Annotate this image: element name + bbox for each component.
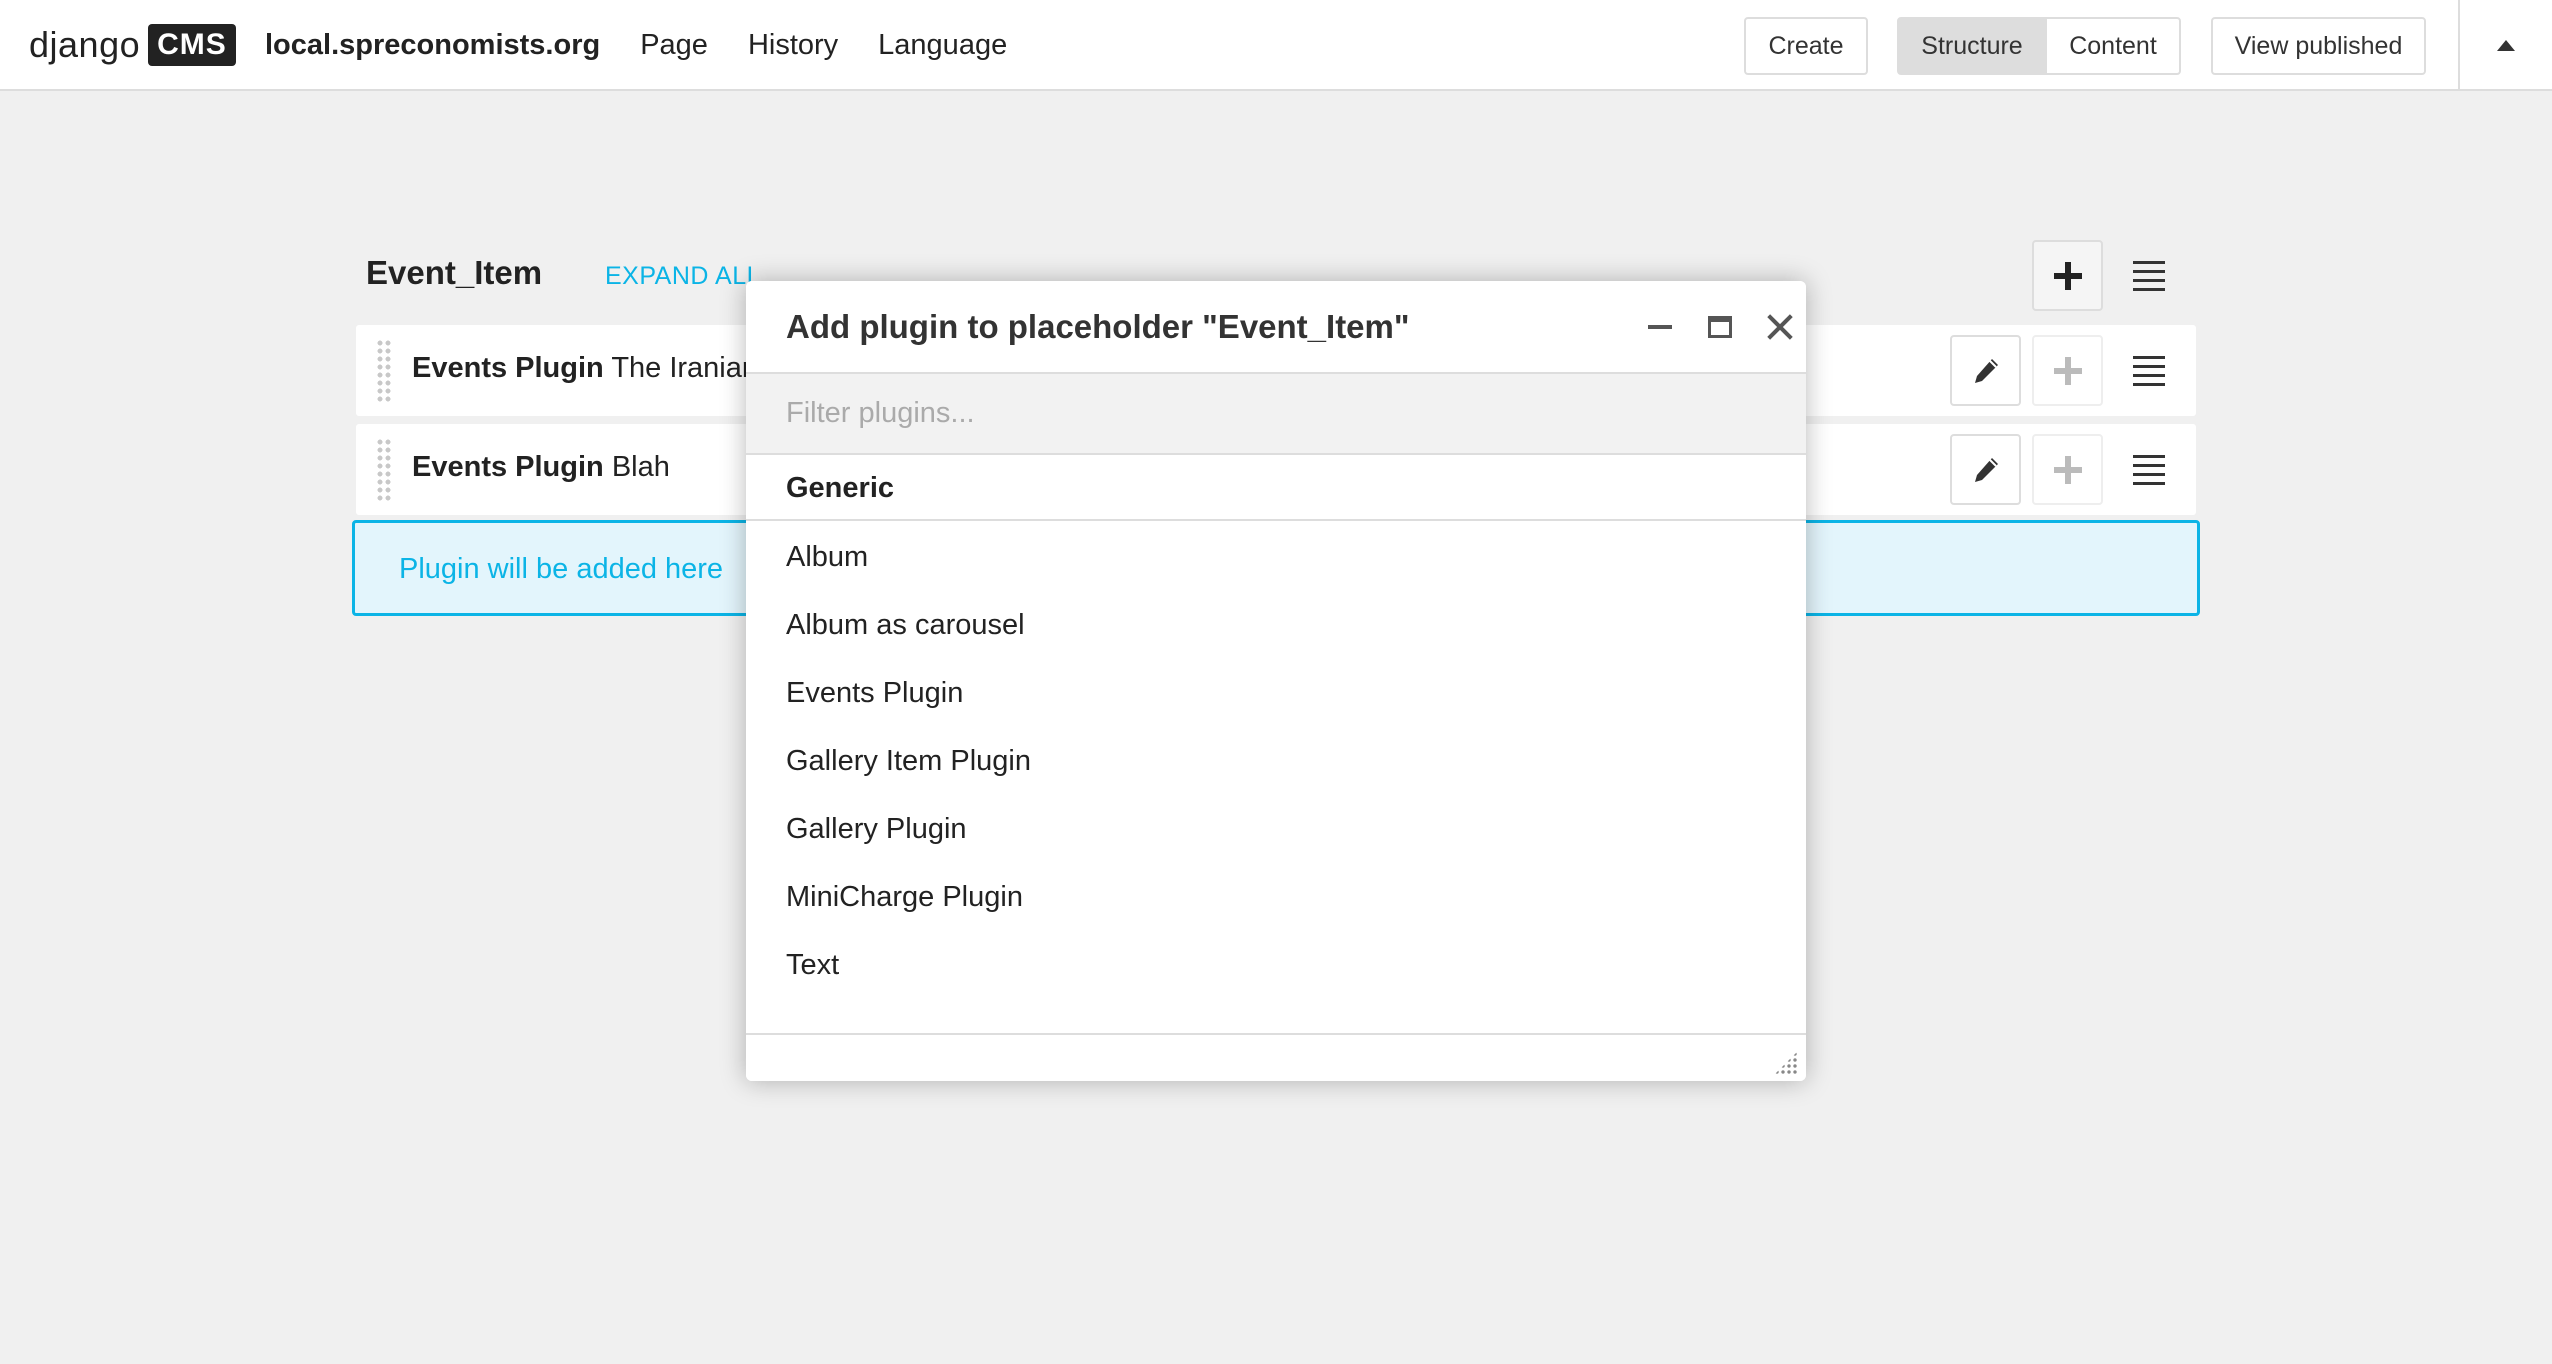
hamburger-icon <box>2132 355 2165 386</box>
create-button[interactable]: Create <box>1744 17 1868 75</box>
minimize-icon <box>1648 325 1672 329</box>
plugin-menu-button[interactable] <box>2113 434 2184 505</box>
expand-all-link[interactable]: EXPAND ALL <box>605 262 761 291</box>
logo-badge: CMS <box>148 24 236 66</box>
pencil-icon <box>1974 358 1998 383</box>
drag-handle-icon[interactable] <box>376 339 392 403</box>
plus-icon <box>2053 261 2082 290</box>
view-published-button[interactable]: View published <box>2211 17 2426 75</box>
plugin-group-header: Generic <box>746 455 1806 521</box>
plugin-option-album[interactable]: Album <box>746 523 1806 591</box>
edit-plugin-button[interactable] <box>1950 434 2021 505</box>
plugin-option-events[interactable]: Events Plugin <box>746 659 1806 727</box>
plugin-name: Blah <box>611 451 670 483</box>
cms-toolbar: django CMS local.spreconomists.org Page … <box>0 0 2552 91</box>
language-menu[interactable]: Language <box>878 29 1007 62</box>
collapse-toolbar-button[interactable] <box>2460 0 2552 91</box>
plugin-list: Album Album as carousel Events Plugin Ga… <box>746 523 1806 999</box>
plugin-label: Events Plugin The Iranian <box>412 352 758 385</box>
placeholder-menu-button[interactable] <box>2113 240 2184 311</box>
dropzone-label: Plugin will be added here <box>399 553 724 585</box>
modal-footer <box>746 1033 1806 1081</box>
plugin-type: Events Plugin <box>412 352 604 384</box>
plugin-option-album-carousel[interactable]: Album as carousel <box>746 591 1806 659</box>
add-plugin-modal: Add plugin to placeholder "Event_Item" G… <box>746 281 1806 1081</box>
plugin-menu-button[interactable] <box>2113 335 2184 406</box>
minimize-button[interactable] <box>1636 303 1684 351</box>
hamburger-icon <box>2132 454 2165 485</box>
placeholder-title: Event_Item <box>366 254 543 291</box>
toolbar-menu: local.spreconomists.org Page History Lan… <box>265 0 1007 91</box>
plugin-type: Events Plugin <box>412 451 604 483</box>
plugin-name: The Iranian <box>611 352 759 384</box>
plus-icon <box>2053 356 2082 385</box>
structure-mode-button[interactable]: Structure <box>1897 17 2047 75</box>
page-menu[interactable]: Page <box>640 29 708 62</box>
site-menu[interactable]: local.spreconomists.org <box>265 29 600 62</box>
plugin-label: Events Plugin Blah <box>412 451 670 484</box>
plus-icon <box>2053 455 2082 484</box>
close-button[interactable] <box>1756 303 1804 351</box>
logo-word: django <box>29 24 141 65</box>
content-mode-button[interactable]: Content <box>2045 17 2181 75</box>
resize-handle-icon[interactable] <box>1774 1051 1798 1075</box>
plugin-option-minicharge[interactable]: MiniCharge Plugin <box>746 863 1806 931</box>
edit-plugin-button[interactable] <box>1950 335 2021 406</box>
close-icon <box>1767 314 1793 340</box>
placeholder-add-plugin-button[interactable] <box>2032 240 2103 311</box>
plugin-group-label: Generic <box>786 472 894 504</box>
maximize-icon <box>1708 316 1732 338</box>
drag-handle-icon[interactable] <box>376 438 392 502</box>
add-child-plugin-button[interactable] <box>2032 335 2103 406</box>
modal-title: Add plugin to placeholder "Event_Item" <box>786 308 1410 345</box>
add-child-plugin-button[interactable] <box>2032 434 2103 505</box>
history-menu[interactable]: History <box>748 29 838 62</box>
django-cms-logo[interactable]: django CMS <box>29 20 236 70</box>
hamburger-icon <box>2132 260 2165 291</box>
caret-up-icon <box>2497 40 2515 51</box>
filter-plugins-input[interactable] <box>746 374 1806 455</box>
plugin-option-gallery[interactable]: Gallery Plugin <box>746 795 1806 863</box>
pencil-icon <box>1974 457 1998 482</box>
maximize-button[interactable] <box>1696 303 1744 351</box>
plugin-option-gallery-item[interactable]: Gallery Item Plugin <box>746 727 1806 795</box>
modal-header[interactable]: Add plugin to placeholder "Event_Item" <box>746 281 1806 374</box>
plugin-option-text[interactable]: Text <box>746 931 1806 999</box>
